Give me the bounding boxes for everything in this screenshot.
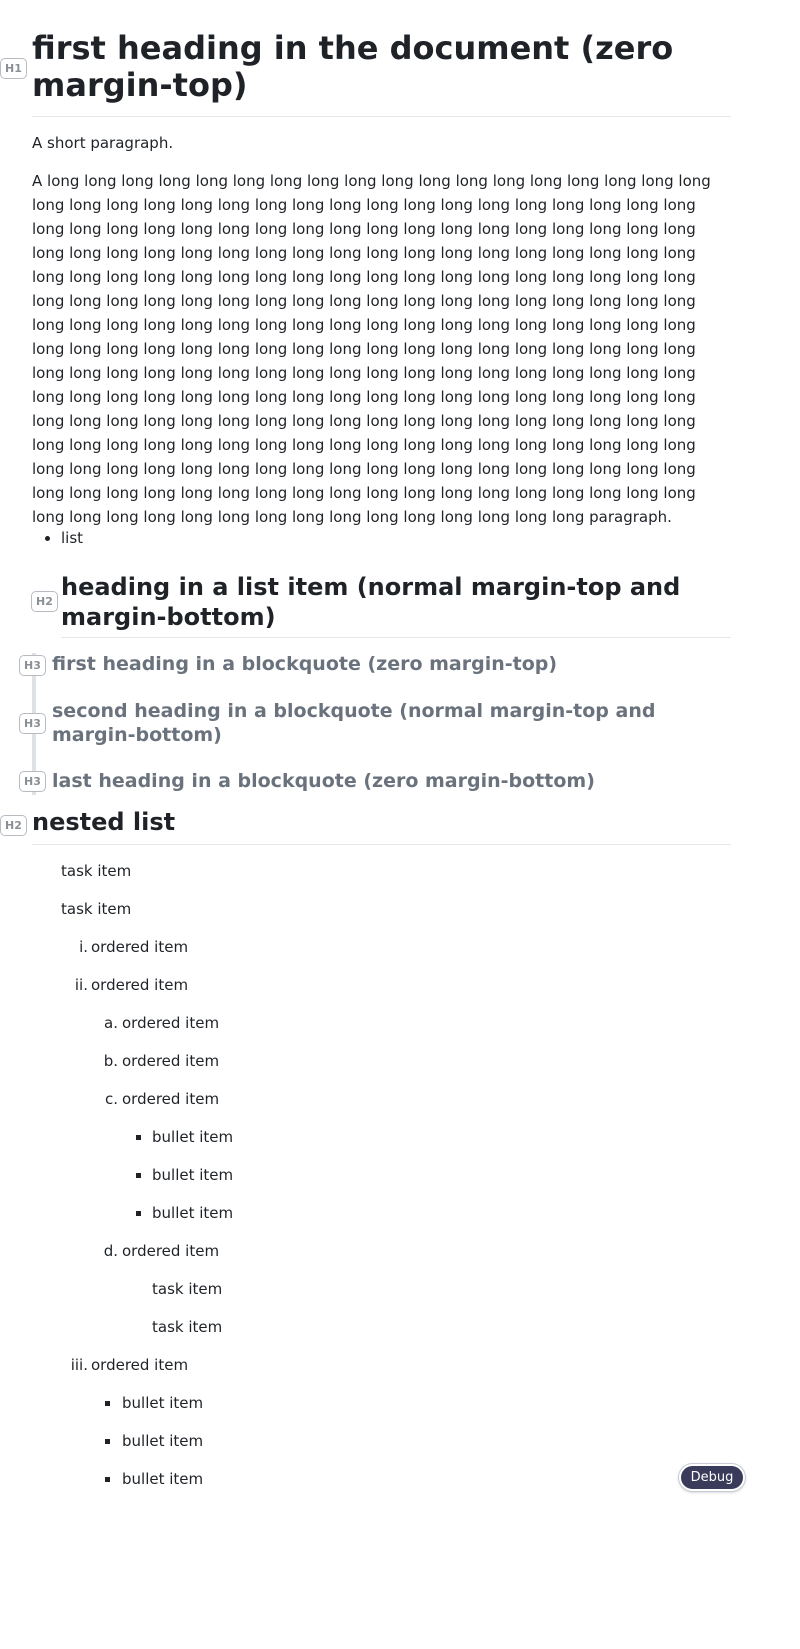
square-bullet-marker xyxy=(105,1439,110,1444)
blockquote-heading-first: first heading in a blockquote (zero marg… xyxy=(52,653,558,675)
ordered-marker: iii. xyxy=(70,1356,88,1374)
bullet-marker xyxy=(45,536,50,541)
ordered-marker: a. xyxy=(104,1014,118,1032)
task-item: task item xyxy=(152,1280,223,1298)
square-bullet-marker xyxy=(136,1135,141,1140)
ordered-marker: i. xyxy=(79,938,88,956)
ordered-item: ordered item xyxy=(122,1242,220,1260)
heading-level-badge: H2 xyxy=(31,591,58,612)
bullet-item: bullet item xyxy=(122,1432,204,1450)
heading-level-badge: H3 xyxy=(19,655,46,676)
heading-divider xyxy=(32,116,731,117)
square-bullet-marker xyxy=(105,1401,110,1406)
ordered-marker: c. xyxy=(104,1090,118,1108)
blockquote-heading-second: second heading in a blockquote (normal m… xyxy=(52,700,656,746)
heading-level-badge: H2 xyxy=(0,815,27,836)
blockquote-heading-last: last heading in a blockquote (zero margi… xyxy=(52,770,595,792)
page-title: first heading in the document (zero marg… xyxy=(32,29,674,104)
square-bullet-marker xyxy=(105,1477,110,1482)
long-paragraph: A long long long long long long long lon… xyxy=(32,172,711,526)
bullet-item: bullet item xyxy=(122,1470,204,1488)
list-item-heading: heading in a list item (normal margin-to… xyxy=(61,573,681,631)
square-bullet-marker xyxy=(136,1173,141,1178)
heading-divider xyxy=(61,637,731,638)
task-item: task item xyxy=(61,862,132,880)
heading-level-badge: H1 xyxy=(0,58,27,79)
task-item: task item xyxy=(152,1318,223,1336)
short-paragraph: A short paragraph. xyxy=(32,134,174,152)
square-bullet-marker xyxy=(136,1211,141,1216)
ordered-item: ordered item xyxy=(122,1014,220,1032)
bullet-item: bullet item xyxy=(152,1204,234,1222)
ordered-marker: b. xyxy=(103,1052,118,1070)
ordered-item: ordered item xyxy=(91,1356,189,1374)
ordered-marker: d. xyxy=(103,1242,118,1260)
ordered-marker: ii. xyxy=(74,976,88,994)
bullet-item: bullet item xyxy=(152,1128,234,1146)
heading-level-badge: H3 xyxy=(19,771,46,792)
ordered-item: ordered item xyxy=(91,976,189,994)
debug-button[interactable]: Debug xyxy=(679,1464,745,1491)
ordered-item: ordered item xyxy=(122,1090,220,1108)
heading-divider xyxy=(32,844,731,845)
nested-list-heading: nested list xyxy=(32,808,176,836)
ordered-item: ordered item xyxy=(91,938,189,956)
heading-level-badge: H3 xyxy=(19,713,46,734)
bullet-item: bullet item xyxy=(152,1166,234,1184)
list-item: list xyxy=(61,529,84,547)
bullet-item: bullet item xyxy=(122,1394,204,1412)
ordered-item: ordered item xyxy=(122,1052,220,1070)
task-item: task item xyxy=(61,900,132,918)
